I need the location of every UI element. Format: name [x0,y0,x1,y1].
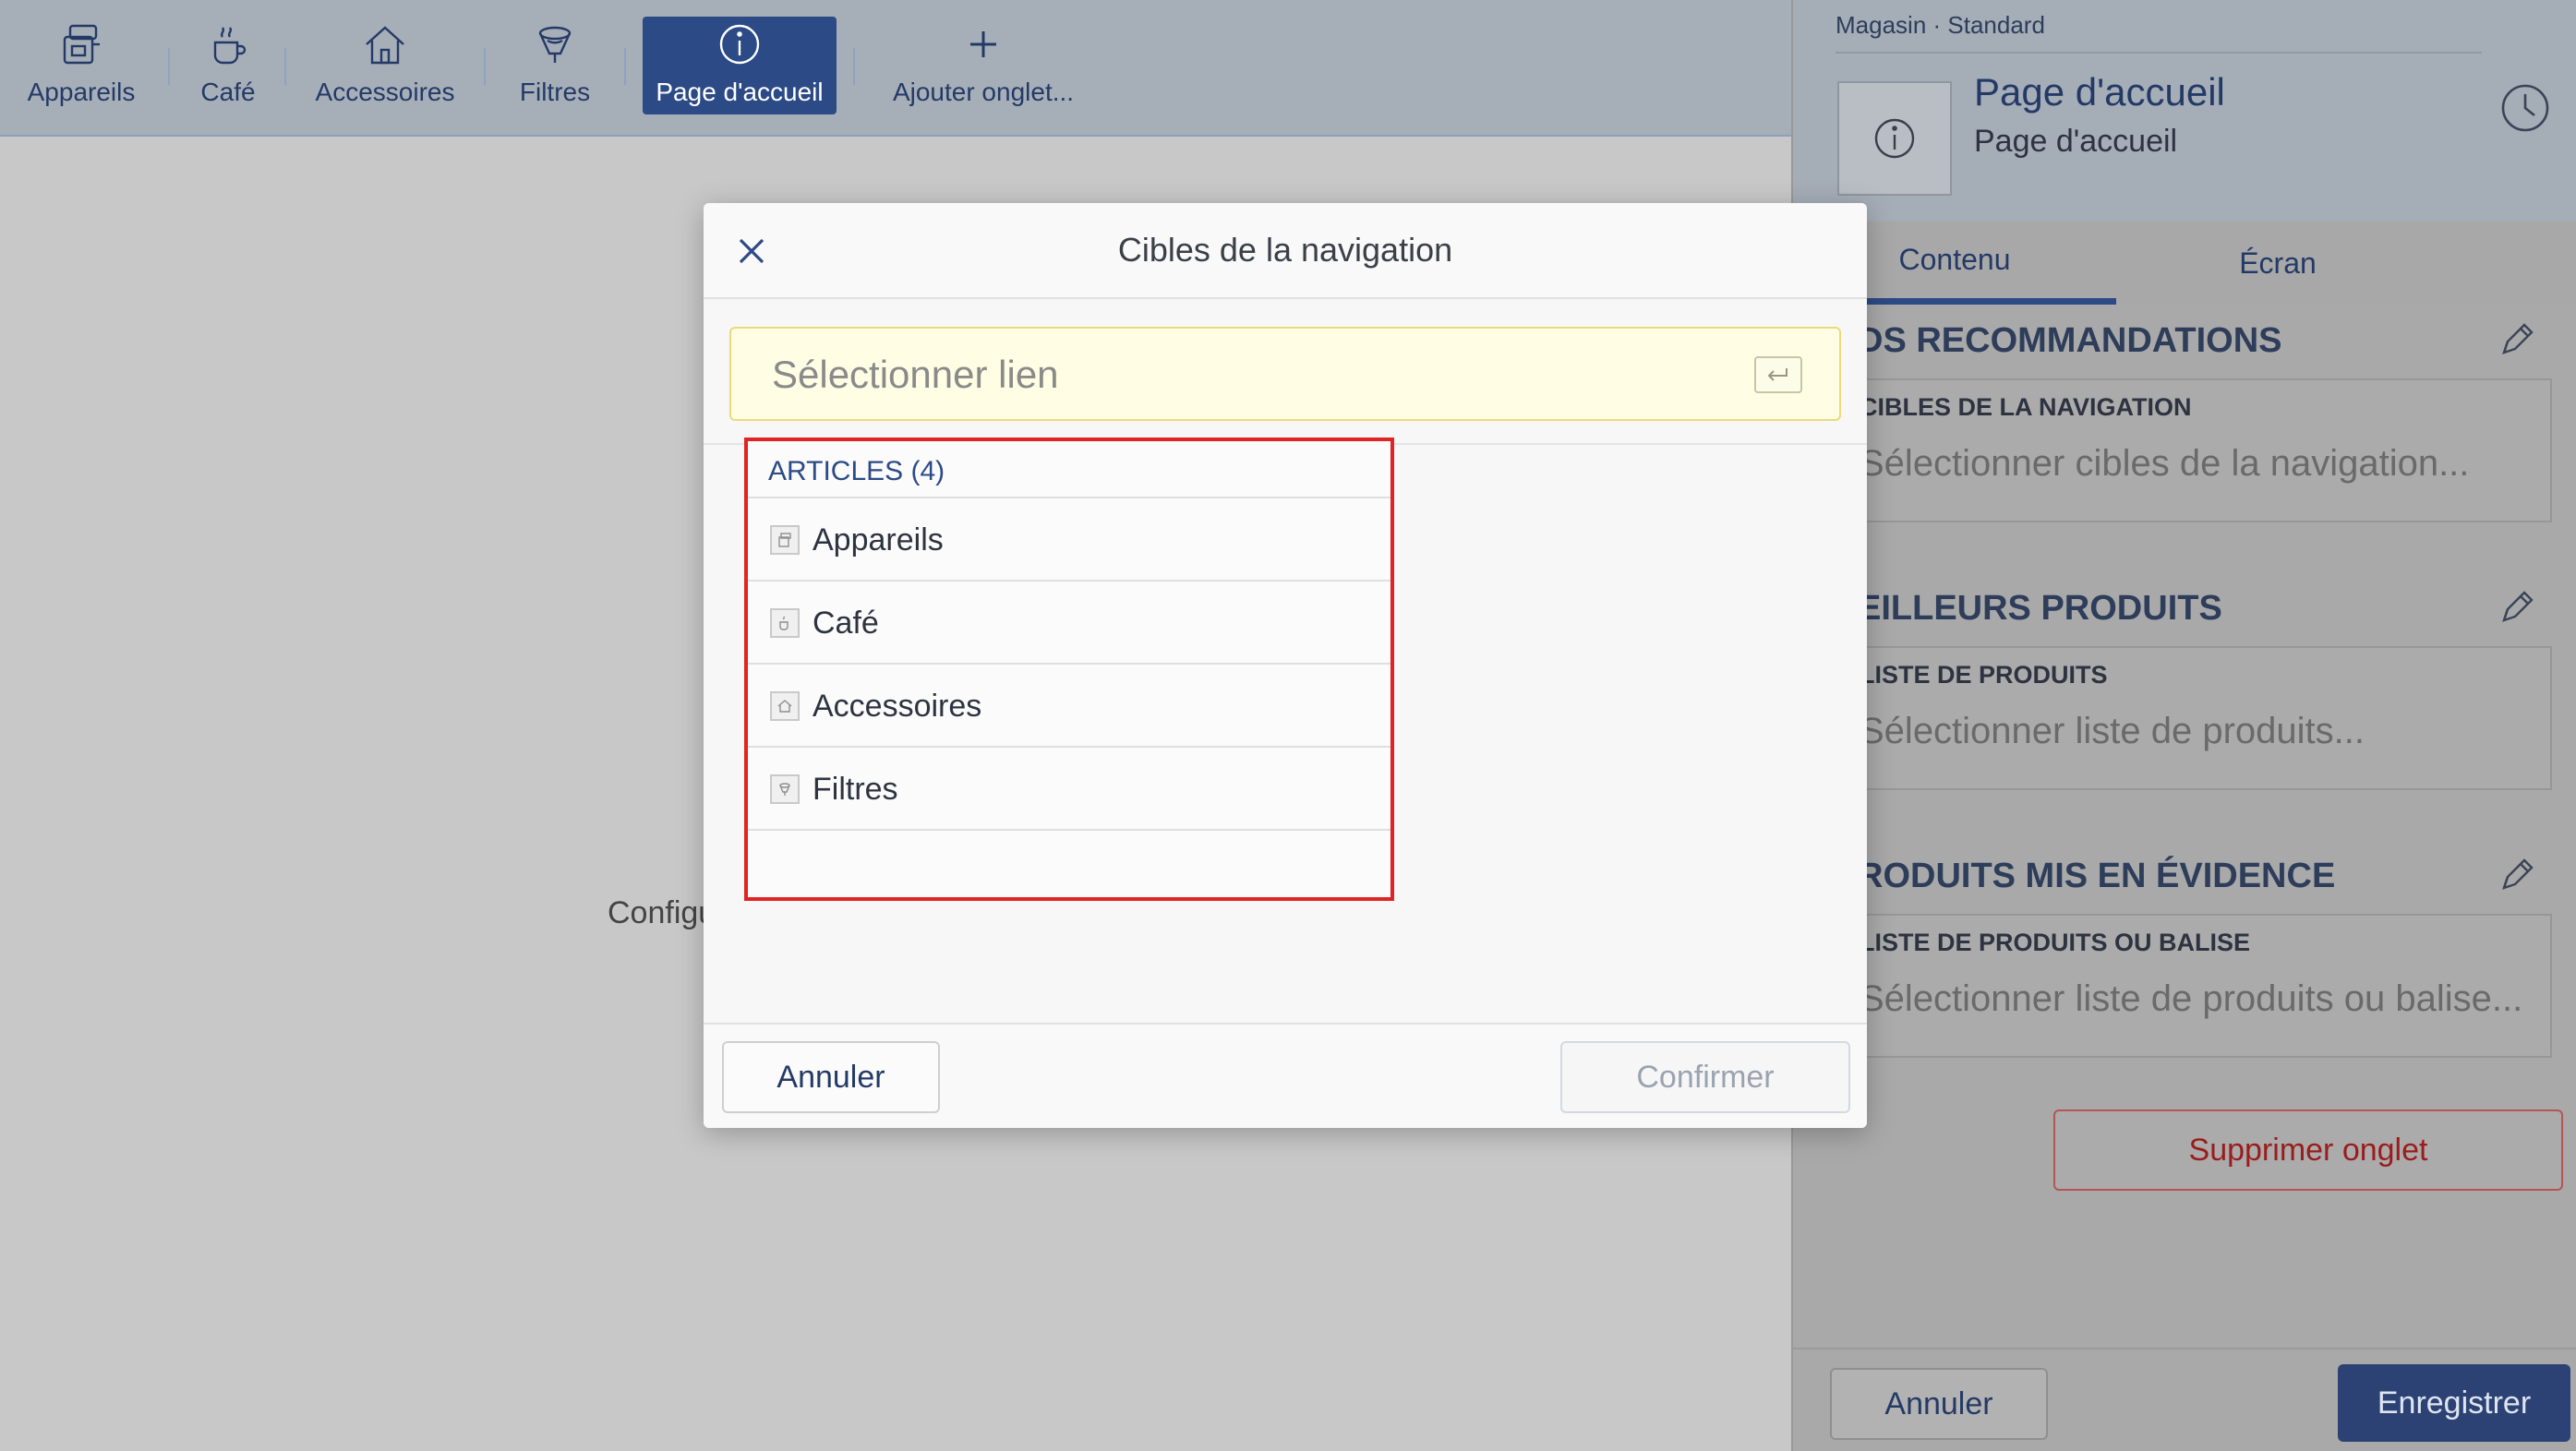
clock-icon[interactable] [2498,81,2552,135]
pencil-icon[interactable] [2497,319,2537,360]
delete-tab-button[interactable]: Supprimer onglet [2053,1109,2563,1191]
list-item[interactable]: Accessoires [748,663,1390,746]
tab-ecran[interactable]: Écran [2116,222,2439,305]
dialog-title: Cibles de la navigation [1117,231,1453,269]
section-title: EILLEURS PRODUITS [1858,589,2222,628]
item-label: Appareils [813,522,944,558]
tab-accessoires[interactable]: Accessoires [305,17,465,114]
tab-label: Page d'accueil [656,78,824,106]
navigation-targets-dialog: Cibles de la navigation Sélectionner lie… [704,203,1867,1128]
appliances-icon [770,525,800,555]
dialog-footer: Annuler Confirmer [704,1023,1867,1128]
appliances-icon [63,24,100,65]
input-placeholder: Sélectionner lien [772,353,1059,396]
panel-header: Magasin · Standard Page d'accueil Page d… [1793,0,2576,222]
list-item[interactable]: Appareils [748,497,1390,580]
panel-footer: Annuler Enregistrer [1793,1348,2576,1451]
pencil-icon[interactable] [2497,587,2537,628]
filter-icon [770,774,800,804]
tab-divider [624,48,626,85]
field-placeholder: Sélectionner liste de produits... [1860,711,2365,751]
navigation-targets-field[interactable]: CIBLES DE LA NAVIGATION Sélectionner cib… [1821,378,2552,522]
divider [1836,52,2482,54]
info-icon [1874,118,1915,159]
tab-divider [168,48,170,85]
field-placeholder: Sélectionner cibles de la navigation... [1860,443,2470,484]
confirm-button[interactable]: Confirmer [1560,1041,1850,1113]
field-label: CIBLES DE LA NAVIGATION [1860,393,2192,421]
coffee-cup-icon [213,27,247,65]
canvas-configure-text: Configu [608,895,716,930]
add-tab-label: Ajouter onglet... [892,78,1075,106]
info-icon [719,24,760,65]
enter-key-hint [1754,356,1802,393]
plus-icon [970,31,996,57]
tab-divider [284,48,286,85]
tab-label: Café [200,78,256,106]
house-icon [366,26,404,65]
house-icon [770,691,800,721]
field-placeholder: Sélectionner liste de produits ou balise… [1860,978,2523,1019]
list-item-empty [748,829,1390,912]
tab-divider [484,48,486,85]
tab-cafe[interactable]: Café [185,17,271,114]
panel-title: Page d'accueil [1974,70,2225,114]
cancel-button[interactable]: Annuler [722,1041,940,1113]
add-tab-button[interactable]: Ajouter onglet... [877,17,1089,114]
cancel-button[interactable]: Annuler [1830,1368,2048,1440]
dialog-header: Cibles de la navigation [704,203,1867,299]
product-list-field[interactable]: LISTE DE PRODUITS Sélectionner liste de … [1821,646,2552,790]
field-label: LISTE DE PRODUITS OU BALISE [1860,929,2251,956]
tab-label: Appareils [27,78,136,106]
tab-label: Filtres [519,78,591,106]
pencil-icon[interactable] [2497,855,2537,895]
tab-appareils[interactable]: Appareils [13,17,150,114]
coffee-cup-icon [770,608,800,638]
tab-filtres[interactable]: Filtres [504,17,606,114]
tab-label: Accessoires [315,78,455,106]
item-label: Café [813,606,879,641]
top-tab-bar: Appareils Café Accessoires Filtres Page … [0,0,1791,137]
link-search-input[interactable]: Sélectionner lien [729,327,1841,421]
filter-icon [538,26,572,63]
product-list-or-tag-field[interactable]: LISTE DE PRODUITS OU BALISE Sélectionner… [1821,914,2552,1058]
panel-subtitle: Page d'accueil [1974,124,2178,159]
group-header: ARTICLES (4) [768,456,945,486]
tab-page-accueil[interactable]: Page d'accueil [643,17,837,114]
panel-tabs: Contenu Écran [1793,222,2576,305]
item-label: Accessoires [813,689,982,724]
tab-thumbnail [1837,81,1952,196]
return-icon [1767,368,1788,381]
list-item[interactable]: Filtres [748,746,1390,829]
breadcrumb: Magasin · Standard [1836,11,2045,39]
field-label: LISTE DE PRODUITS [1860,661,2108,689]
item-label: Filtres [813,772,898,807]
properties-panel: Magasin · Standard Page d'accueil Page d… [1791,0,2576,1451]
tab-divider [853,48,855,85]
link-suggestions-dropdown: ARTICLES (4) Appareils Café Accessoires … [744,438,1394,901]
list-item[interactable]: Café [748,580,1390,663]
section-title: RODUITS MIS EN ÉVIDENCE [1858,857,2336,895]
section-title: DS RECOMMANDATIONS [1858,321,2282,360]
save-button[interactable]: Enregistrer [2338,1364,2570,1442]
